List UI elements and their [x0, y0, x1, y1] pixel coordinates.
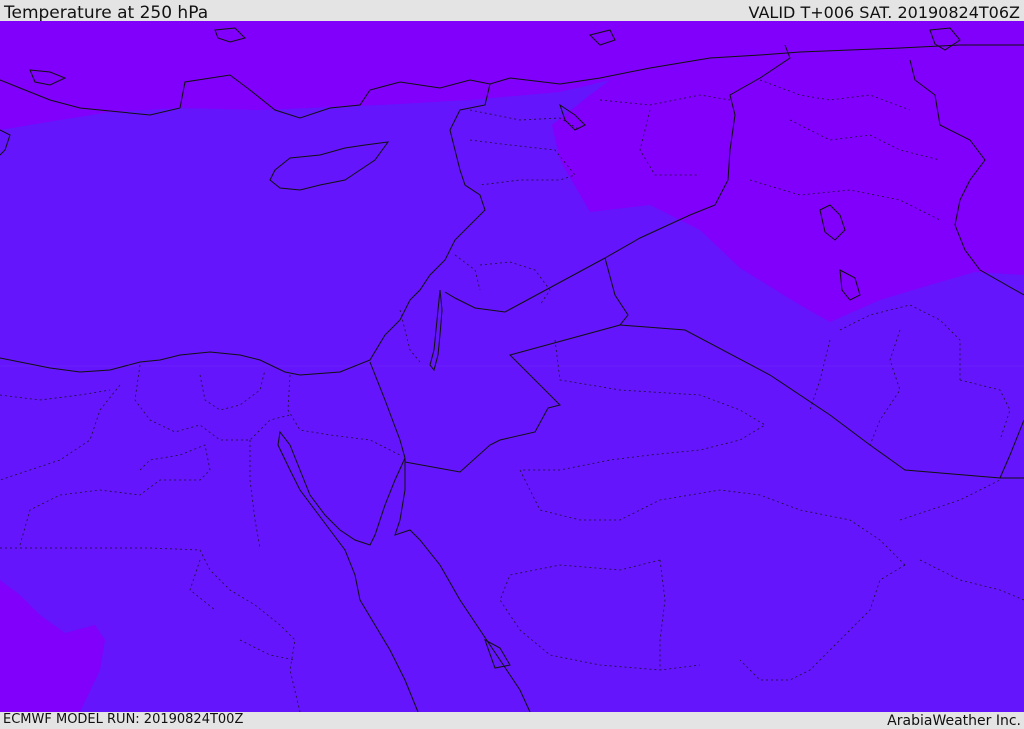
model-run-label: ECMWF MODEL RUN: 20190824T00Z [3, 712, 244, 727]
map-title: Temperature at 250 hPa [4, 3, 209, 23]
valid-time: VALID T+006 SAT. 20190824T06Z [748, 3, 1020, 22]
map-canvas[interactable] [0, 21, 1024, 712]
header-bar: Temperature at 250 hPa VALID T+006 SAT. … [0, 0, 1024, 23]
footer-bar: ECMWF MODEL RUN: 20190824T00Z ArabiaWeat… [0, 712, 1024, 729]
credit-label: ArabiaWeather Inc. [887, 713, 1021, 729]
